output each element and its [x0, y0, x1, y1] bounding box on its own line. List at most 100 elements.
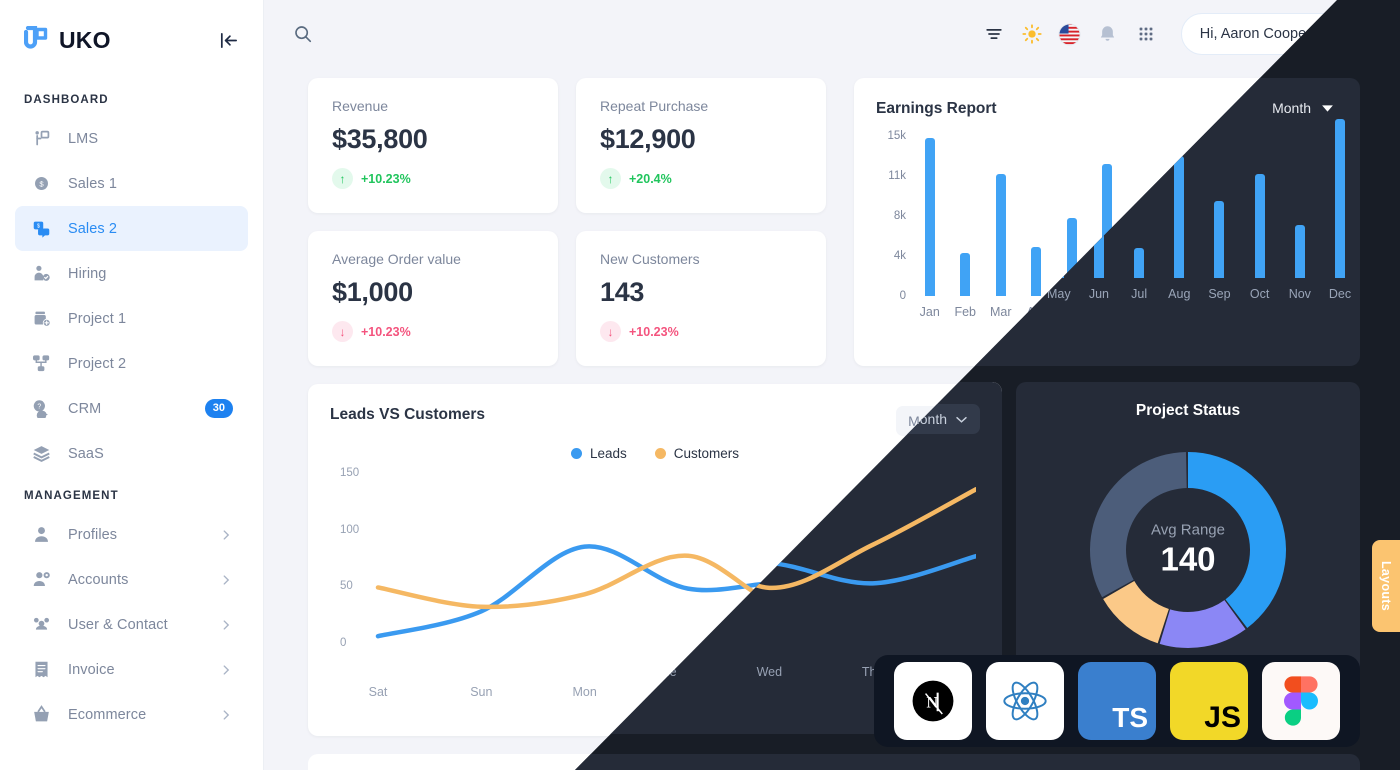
stat-value: $12,900 [600, 124, 696, 154]
stat-delta-value: +10.23% [361, 324, 411, 339]
sun-light-mode-icon[interactable] [1017, 19, 1047, 49]
sidebar-item-project-2[interactable]: Project 2 [15, 341, 248, 386]
project-box-icon [30, 308, 52, 330]
svg-text:$: $ [39, 180, 44, 189]
line-chart-x-tick: Sun [470, 685, 493, 699]
sidebar-item-profiles[interactable]: Profiles [15, 512, 248, 557]
stat-title: Average Order value [332, 251, 461, 267]
bar-chart-column[interactable] [1019, 136, 1055, 296]
project-status-donut: Avg Range 140 [1040, 436, 1340, 668]
apps-grid-icon[interactable] [1131, 19, 1161, 49]
bar-chart-column[interactable] [1267, 136, 1303, 296]
project-tree-icon [30, 353, 52, 375]
dollar-coin-icon: $ [30, 173, 52, 195]
bar-chart-column[interactable] [1161, 136, 1197, 296]
bar-chart-column[interactable] [912, 136, 948, 296]
sidebar-item-lms[interactable]: LMS [15, 116, 248, 161]
legend-item-customers[interactable]: Customers [654, 446, 740, 461]
earnings-period-select[interactable]: Month [1272, 100, 1334, 116]
bar-chart-column[interactable] [1090, 136, 1126, 296]
bar-chart-x-tick: Dec [1309, 305, 1332, 319]
stat-value: $1,000 [332, 277, 413, 307]
layouts-side-tab[interactable]: Layouts [1372, 540, 1400, 632]
leads-period-value: Month [908, 413, 947, 429]
greeting-text: Hi, Aaron Cooper [1199, 26, 1311, 42]
earnings-period-value: Month [1272, 100, 1311, 116]
react-logo[interactable] [986, 662, 1064, 740]
bar-chart-column[interactable] [1232, 136, 1268, 296]
sidebar-item-label: CRM [68, 400, 102, 417]
nextjs-logo[interactable]: N [894, 662, 972, 740]
bar-chart-column[interactable] [1054, 136, 1090, 296]
sidebar-item-ecommerce[interactable]: Ecommerce [15, 692, 248, 737]
donut-center-label: Avg Range 140 [1153, 524, 1227, 581]
figma-logo[interactable] [1262, 662, 1340, 740]
javascript-logo[interactable]: JS [1170, 662, 1248, 740]
typescript-logo[interactable]: TS [1078, 662, 1156, 740]
bar-chart-x-tick: Apr [1026, 305, 1046, 319]
invoice-receipt-icon [30, 659, 52, 681]
user-chip[interactable]: Hi, Aaron Cooper [1180, 13, 1360, 55]
arrow-up-icon: ↑ [600, 168, 621, 189]
arrow-down-icon: ↓ [600, 321, 621, 342]
bar-chart-column[interactable] [1196, 136, 1232, 296]
legend-label: Customers [673, 446, 740, 461]
sidebar-item-sales-2[interactable]: $ Sales 2 [15, 206, 248, 251]
sidebar-item-crm[interactable]: ? CRM 30 [15, 386, 248, 431]
sidebar-item-label: Sales 1 [68, 175, 118, 192]
brand-name: UKO [59, 26, 111, 53]
stat-card-revenue[interactable]: Revenue $35,800 ↑ +10.23% [308, 78, 558, 213]
arrow-down-icon: ↓ [332, 321, 353, 342]
top-grid: Revenue $35,800 ↑ +10.23% Repeat Purchas… [308, 78, 1360, 366]
crm-bubble-icon: ? [30, 398, 52, 420]
typescript-label: TS [1112, 702, 1148, 733]
search-icon[interactable] [288, 19, 318, 49]
stat-card-repeat-purchase[interactable]: Repeat Purchase $12,900 ↑ +20.4% [576, 78, 826, 213]
bar [1102, 164, 1113, 296]
account-gear-icon [30, 569, 52, 591]
leads-line-chart: 050100150SatSunMonTueWedThuFri [330, 467, 1005, 699]
sidebar-item-sales-1[interactable]: $ Sales 1 [15, 161, 248, 206]
sidebar-item-saas[interactable]: SaaS [15, 431, 248, 476]
line-chart-x-tick: Wed [778, 685, 805, 699]
sidebar-item-hiring[interactable]: Hiring [15, 251, 248, 296]
avg-range-label: Avg Range [1153, 523, 1227, 541]
leads-period-select[interactable]: Month [896, 406, 980, 436]
sidebar-item-label: Profiles [68, 526, 118, 543]
stat-title: New Customers [600, 251, 700, 267]
bar-chart-x-tick: Jul [1134, 305, 1151, 319]
stat-cards-column: Revenue $35,800 ↑ +10.23% Repeat Purchas… [308, 78, 836, 366]
bell-notification-icon[interactable] [1093, 19, 1123, 49]
sidebar-item-label: Invoice [68, 661, 115, 678]
earnings-bar-chart: 0 4k 8k 11k 15k Jan Feb Mar Apr May Jun Jul Aug Sep Oc… [876, 130, 1339, 336]
sidebar-item-project-1[interactable]: Project 1 [15, 296, 248, 341]
javascript-label: JS [1204, 701, 1241, 734]
line-chart-svg [375, 507, 998, 639]
stat-card-average-order-value[interactable]: Average Order value $1,000 ↓ +10.23% [308, 231, 558, 366]
sidebar-item-accounts[interactable]: Accounts [15, 557, 248, 602]
bar-chart-x-tick: Sep [1202, 305, 1225, 319]
bar-chart-x-tick: Oct [1239, 305, 1259, 319]
user-avatar[interactable] [1321, 19, 1352, 50]
sidebar-item-invoice[interactable]: Invoice [15, 647, 248, 692]
brand-row: UKO [0, 0, 263, 80]
us-flag-icon[interactable] [1055, 19, 1085, 49]
stat-title: Repeat Purchase [600, 98, 709, 114]
line-chart-x-tick: Sat [368, 685, 388, 699]
bar-chart-column[interactable] [983, 136, 1019, 296]
bar-chart-y-tick: 0 [899, 290, 906, 302]
chevron-right-icon [219, 573, 233, 587]
sidebar-item-user-contact[interactable]: User & Contact [15, 602, 248, 647]
bar-chart-column[interactable] [948, 136, 984, 296]
legend-item-leads[interactable]: Leads [570, 446, 627, 461]
collapse-sidebar-icon[interactable] [218, 30, 239, 51]
chevron-right-icon [219, 708, 233, 722]
stat-card-new-customers[interactable]: New Customers 143 ↓ +10.23% [576, 231, 826, 366]
bar-chart-column[interactable] [1125, 136, 1161, 296]
filter-lines-icon[interactable] [979, 19, 1009, 49]
bar-chart-column[interactable] [1303, 136, 1339, 296]
line-chart-x-tick: Tue [677, 685, 699, 699]
bar-chart-y-tick: 11k [888, 170, 906, 182]
stat-delta: ↓ +10.23% [332, 321, 534, 342]
person-icon [30, 524, 52, 546]
